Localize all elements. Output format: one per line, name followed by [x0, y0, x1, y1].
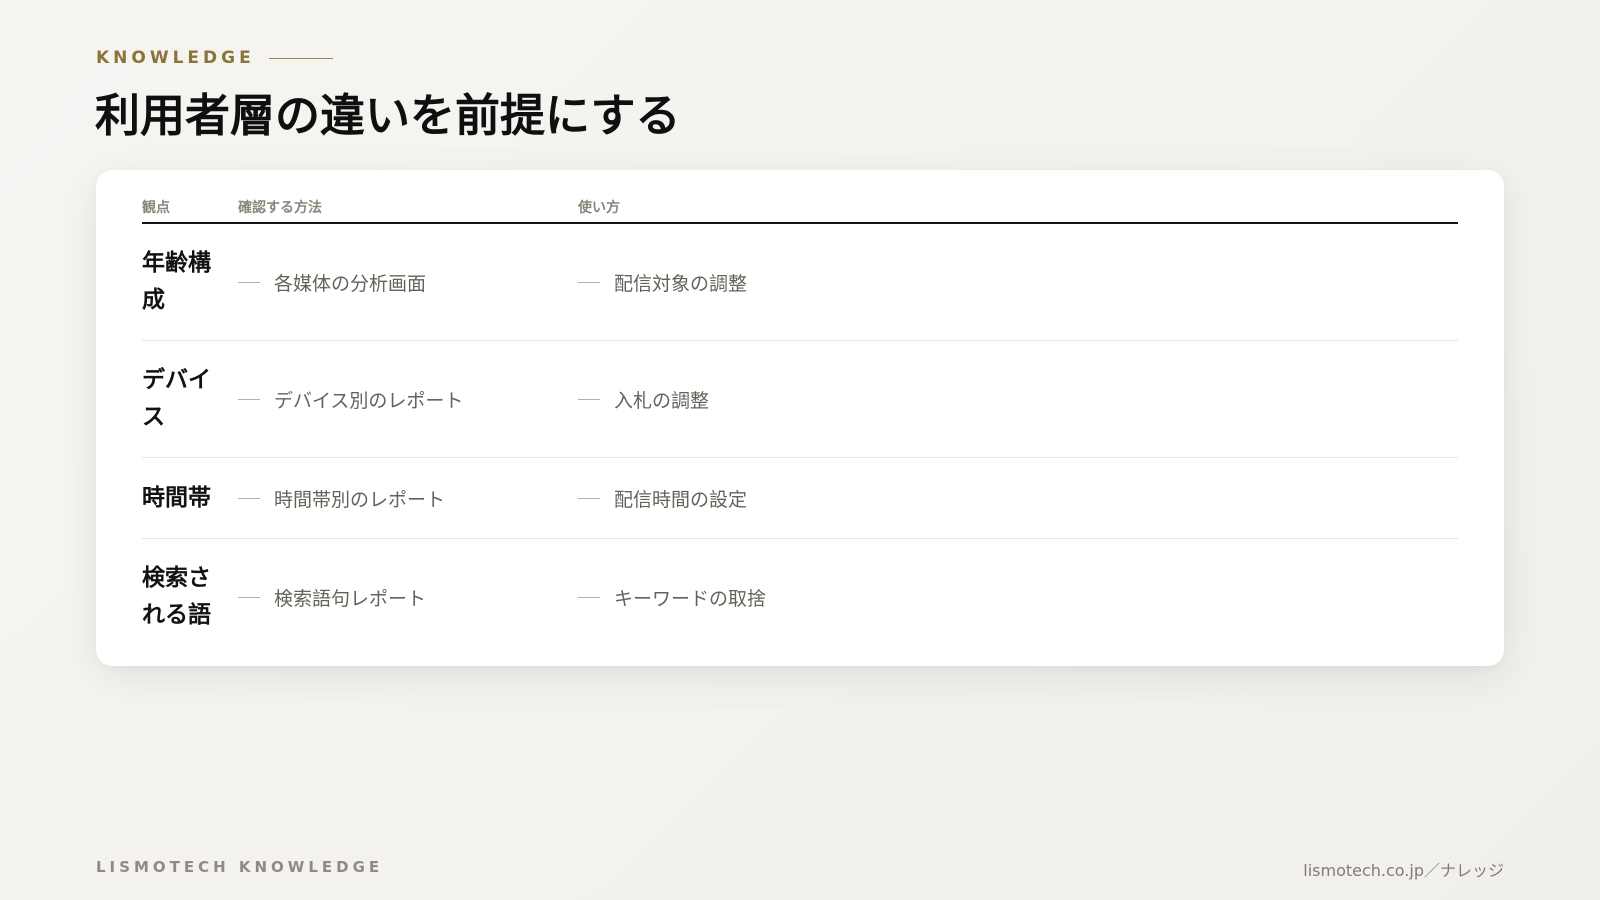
row-usage: 配信時間の設定 — [578, 485, 1458, 512]
table-header: 観点 確認する方法 使い方 — [142, 192, 1458, 224]
row-aspect: 年齢構成 — [142, 250, 211, 313]
footer-brand: LISMOTECH KNOWLEDGE — [96, 858, 384, 876]
table-row: 年齢構成 各媒体の分析画面 配信対象の調整 — [142, 224, 1458, 341]
dash-icon — [578, 596, 600, 598]
page-title: 利用者層の違いを前提にする — [95, 89, 681, 142]
dash-icon — [578, 281, 600, 283]
row-usage-text: 配信対象の調整 — [614, 272, 748, 295]
row-usage: キーワードの取捨 — [578, 584, 1458, 611]
dash-icon — [238, 596, 260, 598]
row-method-text: 時間帯別のレポート — [274, 488, 446, 511]
row-usage-text: キーワードの取捨 — [614, 587, 767, 610]
dash-icon — [578, 398, 600, 400]
row-aspect: 時間帯 — [142, 484, 211, 511]
row-usage: 入札の調整 — [578, 386, 1458, 413]
comparison-card: 観点 確認する方法 使い方 年齢構成 各媒体の分析画面 配信対象の調整 デバイス… — [96, 170, 1504, 666]
row-method: 時間帯別のレポート — [238, 485, 578, 512]
row-usage-text: 入札の調整 — [614, 389, 710, 412]
footer-url: lismotech.co.jp／ナレッジ — [1303, 861, 1504, 880]
row-method: デバイス別のレポート — [238, 386, 578, 413]
header-usage: 使い方 — [578, 200, 620, 216]
row-aspect: デバイス — [142, 367, 211, 430]
eyebrow: KNOWLEDGE — [96, 48, 333, 68]
row-method-text: 各媒体の分析画面 — [274, 272, 427, 295]
row-method-text: 検索語句レポート — [274, 587, 427, 610]
dash-icon — [238, 497, 260, 499]
row-method-text: デバイス別のレポート — [274, 389, 464, 412]
table-row: 検索される語 検索語句レポート キーワードの取捨 — [142, 539, 1458, 655]
row-aspect: 検索される語 — [142, 565, 211, 628]
comparison-table: 観点 確認する方法 使い方 年齢構成 各媒体の分析画面 配信対象の調整 デバイス… — [142, 192, 1458, 655]
eyebrow-label: KNOWLEDGE — [96, 48, 255, 68]
dash-icon — [238, 398, 260, 400]
row-usage: 配信対象の調整 — [578, 269, 1458, 296]
eyebrow-divider — [268, 57, 333, 59]
table-row: 時間帯 時間帯別のレポート 配信時間の設定 — [142, 458, 1458, 539]
header-aspect: 観点 — [142, 200, 170, 216]
dash-icon — [578, 497, 600, 499]
dash-icon — [238, 281, 260, 283]
table-row: デバイス デバイス別のレポート 入札の調整 — [142, 341, 1458, 458]
row-method: 各媒体の分析画面 — [238, 269, 578, 296]
header-method: 確認する方法 — [238, 200, 322, 216]
row-method: 検索語句レポート — [238, 584, 578, 611]
row-usage-text: 配信時間の設定 — [614, 488, 748, 511]
